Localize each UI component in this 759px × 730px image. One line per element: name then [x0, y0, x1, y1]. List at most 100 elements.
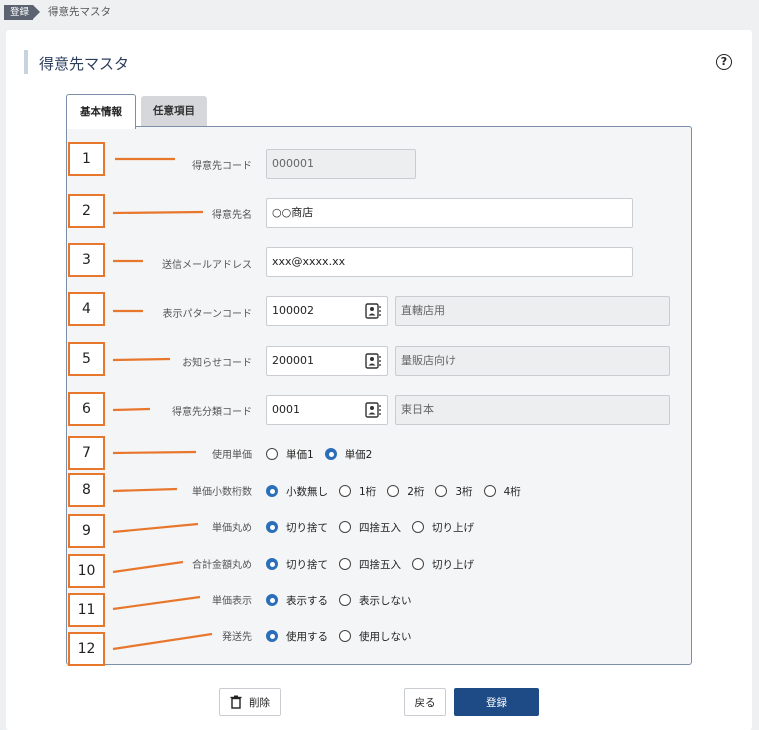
radio-label: 切り捨て: [286, 558, 328, 571]
breadcrumb-arrow-icon: [33, 5, 40, 19]
annotation-3: 3: [68, 243, 105, 277]
radio-decimals-4[interactable]: 4桁: [483, 484, 521, 499]
annotation-1: 1: [68, 142, 105, 176]
radio-circle-selected[interactable]: [266, 485, 278, 497]
annotation-8: 8: [68, 473, 105, 507]
annotation-7: 7: [68, 436, 105, 470]
radio-ship-to-not-use[interactable]: 使用しない: [339, 629, 412, 644]
radio-circle[interactable]: [339, 558, 351, 570]
annotation-6: 6: [68, 392, 105, 426]
radio-unit-price-1[interactable]: 単価1: [266, 447, 314, 462]
contact-lookup-icon[interactable]: [362, 396, 384, 424]
radio-label: 使用する: [286, 630, 328, 643]
radio-label: 表示する: [286, 594, 328, 607]
radio-circle[interactable]: [339, 485, 351, 497]
price-decimals-radio-group: 小数無し 1桁 2桁 3桁 4桁: [266, 482, 532, 500]
label-total-rounding: 合計金額丸め: [192, 560, 252, 571]
radio-label: 使用しない: [359, 630, 412, 643]
radio-label: 表示しない: [359, 594, 412, 607]
annotation-4: 4: [68, 292, 105, 326]
radio-label: 四捨五入: [359, 558, 401, 571]
radio-circle[interactable]: [266, 448, 278, 460]
breadcrumb: 登録 得意先マスタ: [0, 0, 759, 24]
radio-label: 四捨五入: [359, 521, 401, 534]
radio-circle-selected[interactable]: [266, 594, 278, 606]
total-rounding-radio-group: 切り捨て 四捨五入 切り上げ: [266, 555, 485, 573]
email-field[interactable]: xxx@xxxx.xx: [266, 247, 633, 277]
category-name-field: 東日本: [395, 395, 670, 425]
radio-total-round-up[interactable]: 切り上げ: [412, 557, 474, 572]
label-customer-name: 得意先名: [212, 210, 252, 221]
radio-label: 1桁: [359, 485, 377, 498]
radio-decimals-1[interactable]: 1桁: [339, 484, 376, 499]
label-price-display: 単価表示: [212, 596, 252, 607]
label-unit-price: 使用単価: [212, 450, 252, 461]
annotation-11: 11: [68, 593, 105, 627]
radio-decimals-2[interactable]: 2桁: [387, 484, 424, 499]
radio-label: 切り捨て: [286, 521, 328, 534]
annotation-2: 2: [68, 194, 105, 228]
delete-button[interactable]: 削除: [219, 688, 281, 716]
radio-label: 3桁: [455, 485, 473, 498]
label-customer-code: 得意先コード: [192, 161, 252, 172]
back-button[interactable]: 戻る: [404, 688, 446, 716]
customer-code-field: 000001: [266, 149, 416, 179]
breadcrumb-root[interactable]: 登録: [4, 5, 34, 20]
label-email: 送信メールアドレス: [162, 260, 252, 271]
title-accent: [24, 50, 28, 74]
breadcrumb-current: 得意先マスタ: [48, 6, 111, 18]
trash-icon: [230, 695, 242, 709]
radio-total-round-down[interactable]: 切り捨て: [266, 557, 328, 572]
radio-price-display-show[interactable]: 表示する: [266, 593, 328, 608]
radio-circle[interactable]: [339, 521, 351, 533]
notice-name-field: 量販店向け: [395, 346, 670, 376]
radio-circle[interactable]: [435, 485, 448, 497]
radio-unit-price-2[interactable]: 単価2: [324, 447, 373, 462]
radio-price-round-down[interactable]: 切り捨て: [266, 520, 328, 535]
radio-label: 単価2: [344, 448, 373, 461]
label-pattern-code: 表示パターンコード: [162, 309, 253, 320]
annotation-5: 5: [68, 342, 105, 376]
radio-total-round-half[interactable]: 四捨五入: [339, 557, 401, 572]
pattern-name-field: 直轄店用: [395, 296, 670, 326]
radio-label: 単価1: [286, 448, 314, 461]
radio-label: 4桁: [503, 485, 521, 498]
tab-basic-info[interactable]: 基本情報: [66, 94, 136, 129]
label-price-decimals: 単価小数桁数: [192, 487, 252, 498]
radio-label: 切り上げ: [432, 558, 474, 571]
customer-name-field[interactable]: ○○商店: [266, 198, 633, 228]
radio-circle[interactable]: [483, 485, 496, 497]
radio-circle[interactable]: [339, 630, 351, 642]
register-button[interactable]: 登録: [454, 688, 539, 716]
radio-decimals-3[interactable]: 3桁: [435, 484, 473, 499]
radio-circle[interactable]: [339, 594, 351, 606]
contact-lookup-icon[interactable]: [362, 347, 384, 375]
radio-circle-selected[interactable]: [266, 558, 278, 570]
unit-price-radio-group: 単価1 単価2: [266, 445, 383, 463]
radio-circle[interactable]: [412, 521, 424, 533]
radio-circle[interactable]: [387, 485, 400, 497]
radio-circle-selected[interactable]: [324, 448, 337, 460]
radio-circle[interactable]: [412, 558, 424, 570]
radio-ship-to-use[interactable]: 使用する: [266, 629, 328, 644]
label-price-rounding: 単価丸め: [212, 523, 252, 534]
label-ship-to: 発送先: [222, 632, 252, 643]
annotation-12: 12: [68, 632, 105, 666]
help-icon[interactable]: ?: [716, 54, 732, 70]
label-notice-code: お知らせコード: [182, 358, 252, 369]
contact-lookup-icon[interactable]: [362, 297, 384, 325]
radio-circle-selected[interactable]: [266, 521, 278, 533]
radio-price-display-hide[interactable]: 表示しない: [339, 593, 412, 608]
radio-circle-selected[interactable]: [266, 630, 278, 642]
tab-optional-items[interactable]: 任意項目: [141, 96, 207, 126]
annotation-9: 9: [68, 514, 105, 548]
radio-decimals-none[interactable]: 小数無し: [266, 484, 328, 499]
radio-price-round-up[interactable]: 切り上げ: [412, 520, 474, 535]
label-category-code: 得意先分類コード: [172, 407, 252, 418]
radio-price-round-half[interactable]: 四捨五入: [339, 520, 401, 535]
delete-button-label: 削除: [249, 696, 270, 709]
price-rounding-radio-group: 切り捨て 四捨五入 切り上げ: [266, 518, 485, 536]
price-display-radio-group: 表示する 表示しない: [266, 591, 423, 609]
radio-label: 小数無し: [286, 485, 328, 498]
page-title: 得意先マスタ: [39, 55, 130, 73]
